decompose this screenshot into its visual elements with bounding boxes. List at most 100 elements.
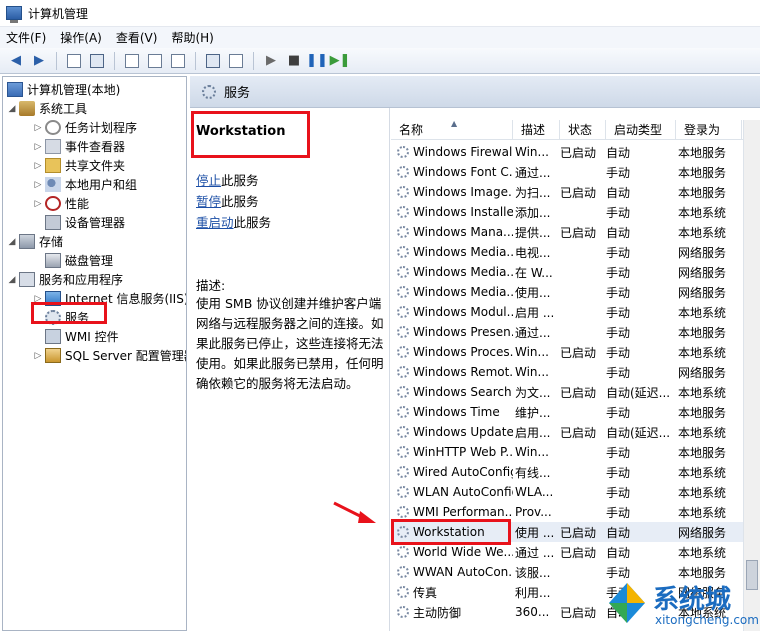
column-label: 描述 (521, 123, 546, 137)
tree-item-performance[interactable]: ▷ 性能 (33, 194, 89, 213)
toolbar: ◀ ▶ ▶ ■ ❚❚ ▶❚ (0, 48, 760, 74)
services-apps-icon (19, 272, 35, 287)
menu-file[interactable]: 文件(F) (6, 29, 46, 46)
toolbar-separator (114, 51, 115, 70)
collapsed-arrow-icon[interactable]: ▷ (33, 351, 43, 361)
gear-icon (397, 266, 409, 278)
tree-item-root[interactable]: 计算机管理(本地) (7, 80, 120, 99)
tree-item-task-scheduler[interactable]: ▷ 任务计划程序 (33, 118, 137, 137)
gear-icon (397, 366, 409, 378)
tree-item-system-tools[interactable]: ◢ 系统工具 (7, 99, 87, 118)
tree-item-storage[interactable]: ◢ 存储 (7, 232, 63, 251)
service-desc-cell: Win... (515, 365, 549, 379)
column-header-startup[interactable]: 启动类型 (606, 120, 676, 139)
restart-service-row: 重启动此服务 (196, 212, 271, 231)
sql-server-icon (45, 348, 61, 363)
column-header-desc[interactable]: 描述 (513, 120, 560, 139)
menu-view[interactable]: 查看(V) (116, 29, 158, 46)
service-name-cell: WLAN AutoConfig (391, 485, 513, 499)
collapsed-arrow-icon[interactable]: ▷ (33, 142, 43, 152)
action-pane-icon[interactable] (226, 51, 246, 71)
tree-item-device-manager[interactable]: 设备管理器 (45, 213, 125, 232)
column-header-status[interactable]: 状态 (560, 120, 606, 139)
service-name: Windows Media... (413, 265, 513, 279)
service-desc-cell: 通过... (515, 325, 551, 340)
start-service-icon[interactable]: ▶ (261, 51, 281, 71)
tree-label: 本地用户和组 (65, 178, 138, 192)
table-row[interactable]: Windows Media... 使用... 手动 网络服务 (391, 282, 743, 302)
tree-item-local-users[interactable]: ▷ 本地用户和组 (33, 175, 137, 194)
service-name: Windows Firewall (413, 145, 513, 159)
menu-help[interactable]: 帮助(H) (171, 29, 213, 46)
service-name-cell: Windows Media... (391, 265, 513, 279)
table-row[interactable]: Windows Firewall Win... 已启动 自动 本地服务 (391, 142, 743, 162)
column-header-name[interactable]: ▲ 名称 (391, 120, 513, 139)
tree-item-disk-management[interactable]: 磁盘管理 (45, 251, 113, 270)
gear-icon (397, 186, 409, 198)
service-logon-cell: 本地系统 (678, 205, 727, 220)
service-name-cell: Windows Installer (391, 205, 513, 219)
service-desc-cell: Win... (515, 145, 549, 159)
table-row[interactable]: Windows Font C... 通过... 手动 本地服务 (391, 162, 743, 182)
table-row[interactable]: WinHTTP Web P... Win... 手动 本地服务 (391, 442, 743, 462)
restart-service-icon[interactable]: ▶❚ (330, 51, 351, 71)
export-list-icon[interactable] (168, 51, 188, 71)
properties-icon[interactable] (122, 51, 142, 71)
service-startup-cell: 自动 (606, 145, 631, 160)
tree-item-services-apps[interactable]: ◢ 服务和应用程序 (7, 270, 123, 289)
table-row[interactable]: Windows Presen... 通过... 手动 本地服务 (391, 322, 743, 342)
expanded-arrow-icon[interactable]: ◢ (7, 104, 17, 114)
table-row[interactable]: Windows Installer 添加... 手动 本地系统 (391, 202, 743, 222)
collapsed-arrow-icon[interactable]: ▷ (33, 199, 43, 209)
stop-service-icon[interactable]: ■ (284, 51, 304, 71)
service-name-cell: Windows Time (391, 405, 513, 419)
expanded-arrow-icon[interactable]: ◢ (7, 275, 17, 285)
service-name-cell: Wired AutoConfig (391, 465, 513, 479)
service-desc-cell: 使用 ... (515, 525, 555, 540)
service-name: Windows Search (413, 385, 512, 399)
restart-service-link[interactable]: 重启动 (196, 215, 234, 230)
pause-service-icon[interactable]: ❚❚ (306, 51, 328, 71)
table-row[interactable]: World Wide We... 通过 ... 已启动 自动 本地系统 (391, 542, 743, 562)
table-row[interactable]: Windows Proces... Win... 已启动 手动 本地系统 (391, 342, 743, 362)
tree-item-event-viewer[interactable]: ▷ 事件查看器 (33, 137, 125, 156)
tree-item-shared-folders[interactable]: ▷ 共享文件夹 (33, 156, 125, 175)
service-logon-cell: 本地系统 (678, 385, 727, 400)
table-row[interactable]: Wired AutoConfig 有线... 手动 本地系统 (391, 462, 743, 482)
table-row[interactable]: Windows Update 启用... 已启动 自动(延迟... 本地系统 (391, 422, 743, 442)
tree-item-wmi[interactable]: WMI 控件 (45, 327, 119, 346)
tree-item-sql-server[interactable]: ▷ SQL Server 配置管理器 (33, 346, 186, 365)
table-row[interactable]: Windows Image... 为扫... 已启动 自动 本地服务 (391, 182, 743, 202)
annotation-arrow (333, 501, 376, 523)
collapsed-arrow-icon[interactable]: ▷ (33, 123, 43, 133)
table-row[interactable]: Windows Media... 电视... 手动 网络服务 (391, 242, 743, 262)
table-row[interactable]: Windows Search 为文... 已启动 自动(延迟... 本地系统 (391, 382, 743, 402)
forward-arrow-icon[interactable]: ▶ (29, 51, 49, 71)
menu-action[interactable]: 操作(A) (60, 29, 102, 46)
service-logon-cell: 本地系统 (678, 465, 727, 480)
vertical-scrollbar[interactable] (743, 120, 760, 631)
service-startup-cell: 手动 (606, 245, 631, 260)
back-arrow-icon[interactable]: ◀ (6, 51, 26, 71)
collapsed-arrow-icon[interactable]: ▷ (33, 161, 43, 171)
service-startup-cell: 自动(延迟... (606, 385, 671, 400)
collapsed-arrow-icon[interactable]: ▷ (33, 180, 43, 190)
table-row[interactable]: Windows Mana... 提供... 已启动 自动 本地系统 (391, 222, 743, 242)
up-folder-icon[interactable] (64, 51, 84, 71)
stop-service-link[interactable]: 停止 (196, 173, 221, 188)
help-icon[interactable] (203, 51, 223, 71)
pause-service-link[interactable]: 暂停 (196, 194, 221, 209)
service-name: Wired AutoConfig (413, 465, 513, 479)
refresh-icon[interactable] (145, 51, 165, 71)
column-header-logon[interactable]: 登录为 (676, 120, 742, 139)
table-row[interactable]: Windows Remot... Win... 手动 网络服务 (391, 362, 743, 382)
table-row[interactable]: Windows Time 维护... 手动 本地服务 (391, 402, 743, 422)
table-row[interactable]: Windows Modul... 启用 ... 手动 本地系统 (391, 302, 743, 322)
show-hide-tree-icon[interactable] (87, 51, 107, 71)
table-row[interactable]: WLAN AutoConfig WLA... 手动 本地系统 (391, 482, 743, 502)
table-row[interactable]: Windows Media... 在 W... 手动 网络服务 (391, 262, 743, 282)
gear-icon (397, 506, 409, 518)
service-status-cell: 已启动 (560, 545, 597, 560)
service-name: 主动防御 (413, 605, 462, 620)
expanded-arrow-icon[interactable]: ◢ (7, 237, 17, 247)
